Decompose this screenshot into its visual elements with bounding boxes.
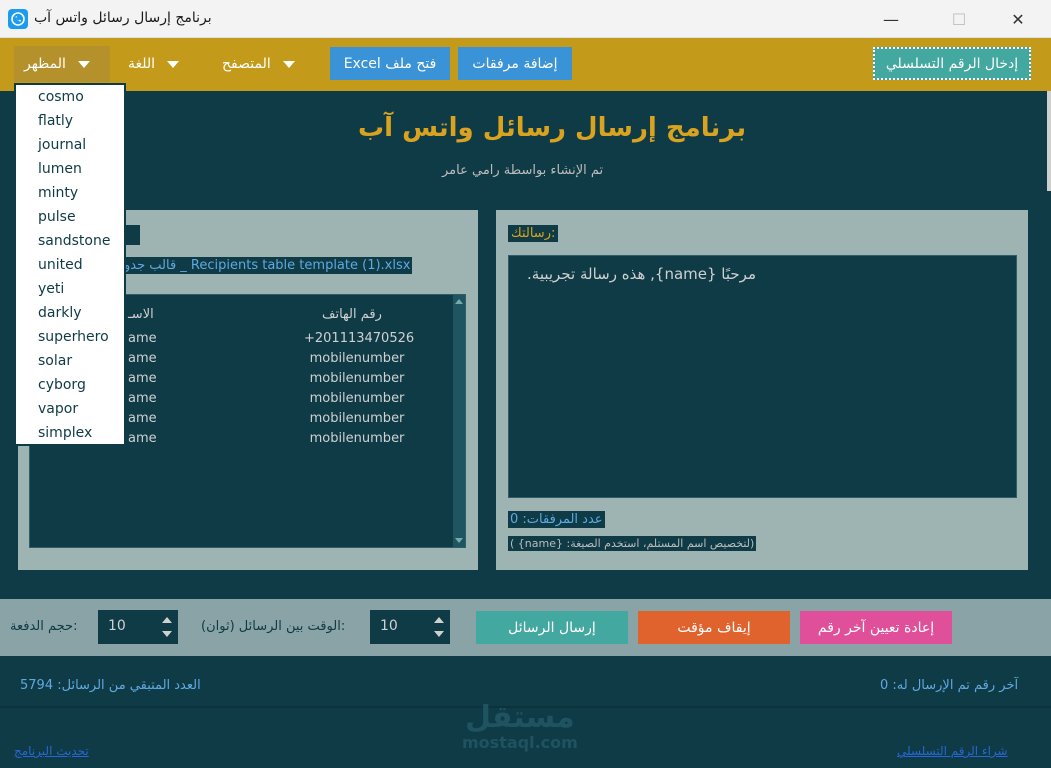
stepper-arrows-icon[interactable] — [434, 617, 444, 637]
open-excel-button[interactable]: Excel فتح ملف — [330, 47, 450, 80]
theme-option[interactable]: yeti — [38, 281, 64, 297]
theme-option[interactable]: minty — [38, 185, 78, 201]
table-scrollbar[interactable] — [453, 295, 465, 547]
window-edge — [1047, 91, 1051, 191]
theme-option[interactable]: united — [38, 257, 83, 273]
remaining-messages: العدد المتبقي من الرسائل: 5794 — [20, 678, 201, 693]
cell-name: ame — [128, 391, 157, 406]
message-input[interactable]: .هذه رسالة تجريبية ,{name} مرحبًا — [508, 255, 1017, 498]
theme-option[interactable]: lumen — [38, 161, 82, 177]
page-title-text: برنامج إرسال رسائل واتس آب — [358, 113, 747, 143]
scroll-up-icon[interactable] — [455, 299, 463, 304]
watermark-english: mostaql.com — [462, 733, 578, 752]
message-text: .هذه رسالة تجريبية ,{name} مرحبًا — [527, 265, 756, 283]
theme-option[interactable]: darkly — [38, 305, 82, 321]
message-label: رسالتك: — [508, 225, 559, 242]
chevron-down-icon — [167, 60, 180, 68]
batch-size-stepper[interactable]: 10 — [98, 610, 178, 644]
update-program-link[interactable]: تحديث البرنامج — [14, 744, 89, 758]
language-menu-label: اللغة — [128, 56, 156, 72]
browser-menu-label: المتصفح — [222, 56, 271, 72]
theme-option[interactable]: cosmo — [38, 89, 84, 105]
close-button[interactable]: ✕ — [995, 0, 1041, 38]
language-menu[interactable]: اللغة — [128, 46, 180, 82]
cell-name: ame — [128, 411, 157, 426]
menu-bar: المظهر اللغة المتصفح Excel فتح ملف إضافة… — [0, 38, 1051, 91]
appearance-menu[interactable]: المظهر — [14, 46, 110, 82]
add-attachments-button[interactable]: إضافة مرفقات — [458, 47, 572, 80]
theme-option[interactable]: flatly — [38, 113, 73, 129]
minimize-button[interactable]: — — [868, 0, 914, 38]
name-placeholder-hint: ( {name} :لتخصيص اسم المستلم، استخدم الص… — [508, 536, 757, 551]
last-sent-number: آخر رقم تم الإرسال له: 0 — [880, 678, 1019, 693]
page-subtitle: تم الإنشاء بواسطة رامي عامر — [442, 163, 604, 178]
cell-name: ame — [128, 351, 157, 366]
batch-size-value: 10 — [108, 618, 126, 634]
scroll-down-icon[interactable] — [455, 538, 463, 543]
message-panel: رسالتك: .هذه رسالة تجريبية ,{name} مرحبً… — [496, 210, 1028, 570]
browser-menu[interactable]: المتصفح — [222, 46, 295, 82]
enter-serial-button[interactable]: إدخال الرقم التسلسلي — [873, 47, 1031, 80]
theme-option[interactable]: superhero — [38, 329, 109, 345]
theme-option[interactable]: solar — [38, 353, 72, 369]
appearance-menu-label: المظهر — [24, 56, 66, 72]
cell-phone: mobilenumber — [309, 431, 405, 446]
theme-option[interactable]: cyborg — [38, 377, 86, 393]
interval-value: 10 — [380, 618, 398, 634]
window-title: برنامج إرسال رسائل واتس آب — [34, 10, 212, 26]
maximize-button[interactable]: ☐ — [936, 0, 982, 38]
cell-phone: mobilenumber — [309, 371, 405, 386]
recipients-label — [126, 225, 140, 245]
interval-label: الوقت بين الرسائل (ثوان): — [201, 619, 346, 634]
pause-button[interactable]: إيقاف مؤقت — [638, 611, 790, 644]
cell-name: ame — [128, 331, 157, 346]
watermark-arabic: مستقل — [465, 700, 575, 735]
interval-stepper[interactable]: 10 — [370, 610, 450, 644]
cell-phone: mobilenumber — [309, 351, 405, 366]
cell-name: ame — [128, 431, 157, 446]
column-header-name: الاسـ — [128, 307, 154, 322]
mostaql-watermark: مستقل mostaql.com — [462, 700, 578, 752]
theme-option[interactable]: pulse — [38, 209, 76, 225]
buy-serial-link[interactable]: شراء الرقم التسلسلي — [897, 744, 1008, 758]
chevron-down-icon — [77, 60, 90, 68]
theme-option[interactable]: simplex — [38, 425, 92, 441]
footer: العدد المتبقي من الرسائل: 5794 آخر رقم ت… — [0, 656, 1051, 768]
main-area: برنامج إرسال رسائل واتس آب تم الإنشاء بو… — [0, 91, 1051, 599]
attachments-count: عدد المرفقات: 0 — [508, 511, 605, 528]
theme-option[interactable]: vapor — [38, 401, 78, 417]
batch-size-label: حجم الدفعة: — [10, 619, 78, 634]
excel-file-name: قالب جدو _ Recipients table template (1)… — [122, 257, 413, 274]
send-messages-button[interactable]: إرسال الرسائل — [476, 611, 628, 644]
stepper-arrows-icon[interactable] — [162, 617, 172, 637]
theme-dropdown: cosmo flatly journal lumen minty pulse s… — [14, 83, 126, 446]
cell-name: ame — [128, 371, 157, 386]
whatsapp-app-icon — [8, 9, 28, 29]
chevron-down-icon — [282, 60, 295, 68]
cell-phone: +201113470526 — [304, 331, 415, 346]
cell-phone: mobilenumber — [309, 391, 405, 406]
theme-option[interactable]: sandstone — [38, 233, 110, 249]
theme-option[interactable]: journal — [38, 137, 86, 153]
title-bar: برنامج إرسال رسائل واتس آب — ☐ ✕ — [0, 0, 1051, 38]
control-bar: حجم الدفعة: 10 الوقت بين الرسائل (ثوان):… — [0, 599, 1051, 656]
reset-last-number-button[interactable]: إعادة تعيين آخر رقم — [800, 611, 952, 644]
column-header-phone: رقم الهاتف — [322, 307, 382, 322]
cell-phone: mobilenumber — [309, 411, 405, 426]
